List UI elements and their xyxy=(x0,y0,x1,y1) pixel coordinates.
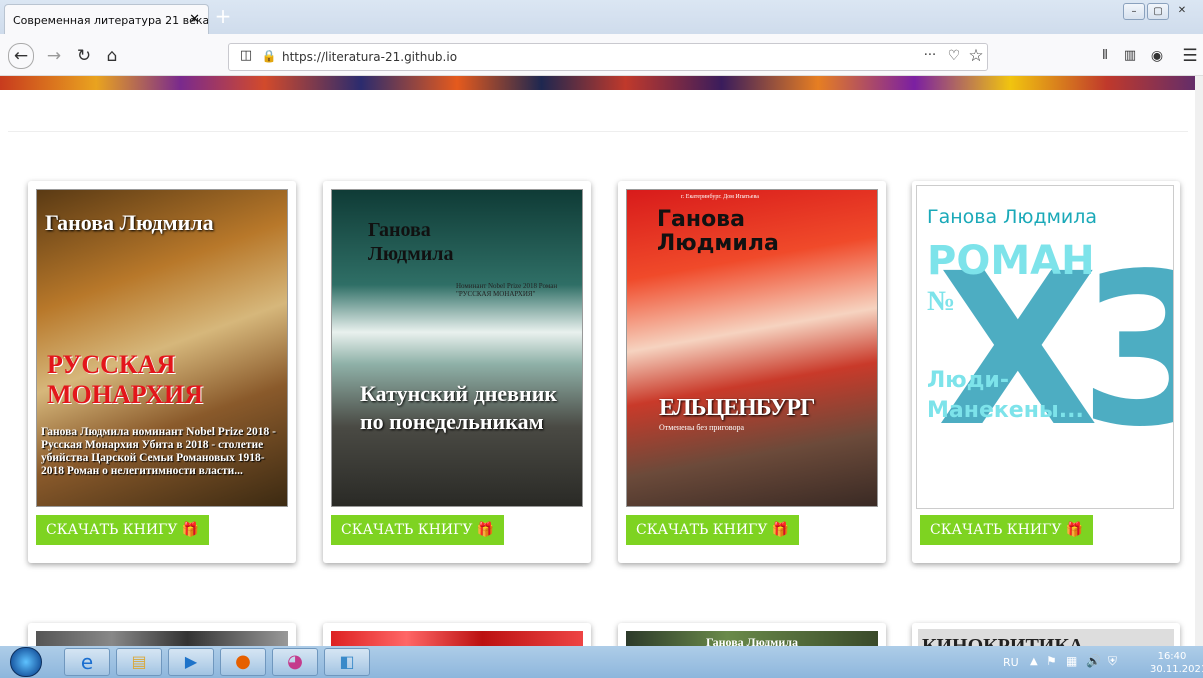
library-icon[interactable]: ⫴ xyxy=(1093,44,1117,68)
sidebar-icon[interactable]: ▥ xyxy=(1118,44,1142,68)
cover-author: Ганова Людмила xyxy=(45,210,214,235)
tab-title: Современная литература 21 века xyxy=(13,14,209,27)
book-card: Х3 Ганова Людмила РОМАН № Люди-Манекены.… xyxy=(912,181,1180,563)
firefox-icon[interactable]: ● xyxy=(220,648,266,676)
reload-icon[interactable]: ↻ xyxy=(72,44,96,68)
lock-icon[interactable]: 🔒 xyxy=(257,44,281,68)
header-banner xyxy=(0,76,1203,90)
ie-icon[interactable]: e xyxy=(64,648,110,676)
forward-icon[interactable]: → xyxy=(42,44,66,68)
book-cover[interactable]: г. Екатеринбург. Дом Ипатьева Ганова Люд… xyxy=(626,189,878,507)
close-window-button[interactable]: ✕ xyxy=(1171,3,1193,20)
back-icon[interactable]: ← xyxy=(8,43,34,69)
menu-icon[interactable]: ☰ xyxy=(1178,44,1202,68)
cover-author: Ганова Людмила xyxy=(368,219,454,265)
start-button[interactable] xyxy=(10,647,42,677)
cover-subtitle: Люди-Манекены... xyxy=(927,368,1084,423)
minimize-button[interactable]: – xyxy=(1123,3,1145,20)
download-button[interactable]: СКАЧАТЬ КНИГУ 🎁 xyxy=(920,515,1094,545)
new-tab-button[interactable]: + xyxy=(212,6,234,28)
book-card: Ганова Людмила Номинант Nobel Prize 2018… xyxy=(323,181,591,563)
scrollbar[interactable] xyxy=(1195,76,1203,646)
tray-arrow-icon[interactable]: ▲ xyxy=(1030,656,1038,667)
download-label: СКАЧАТЬ КНИГУ xyxy=(46,522,178,538)
gift-icon: 🎁 xyxy=(476,522,495,538)
page-actions-icon[interactable]: ··· xyxy=(918,44,942,68)
flag-icon[interactable]: ⚑ xyxy=(1046,654,1057,668)
close-tab-icon[interactable]: ✕ xyxy=(189,12,200,27)
window-icon[interactable]: ◧ xyxy=(324,648,370,676)
app-icon[interactable]: ◕ xyxy=(272,648,318,676)
cover-blurb: Ганова Людмила номинант Nobel Prize 2018… xyxy=(41,426,276,477)
cover-title: РОМАН xyxy=(927,238,1095,284)
cover-author: Ганова Людмила xyxy=(927,206,1098,228)
cover-subtitle: Номинант Nobel Prize 2018 Роман "РУССКАЯ… xyxy=(456,282,558,298)
download-label: СКАЧАТЬ КНИГУ xyxy=(341,522,473,538)
download-label: СКАЧАТЬ КНИГУ xyxy=(930,522,1062,538)
cover-number: № xyxy=(927,286,956,317)
cover-subtitle: Отменены без приговора xyxy=(659,423,745,432)
download-button[interactable]: СКАЧАТЬ КНИГУ 🎁 xyxy=(331,515,505,545)
clock-time: 16:40 xyxy=(1157,651,1187,662)
maximize-button[interactable]: ▢ xyxy=(1147,3,1169,20)
book-cover[interactable]: Х3 Ганова Людмила РОМАН № Люди-Манекены.… xyxy=(916,185,1174,509)
explorer-icon[interactable]: ▤ xyxy=(116,648,162,676)
download-button[interactable]: СКАЧАТЬ КНИГУ 🎁 xyxy=(626,515,800,545)
volume-icon[interactable]: 🔊 xyxy=(1086,654,1101,668)
account-icon[interactable]: ◉ xyxy=(1145,44,1169,68)
bookmark-star-icon[interactable]: ☆ xyxy=(964,44,988,68)
security-icon[interactable]: ⛨ xyxy=(1108,654,1117,669)
cover-title: Катунский дневник по понедельникам xyxy=(360,381,558,434)
browser-tab[interactable]: Современная литература 21 века ✕ xyxy=(4,4,209,34)
download-button[interactable]: СКАЧАТЬ КНИГУ 🎁 xyxy=(36,515,210,545)
book-cover[interactable]: Ганова Людмила Номинант Nobel Prize 2018… xyxy=(331,189,583,507)
gift-icon: 🎁 xyxy=(771,522,790,538)
cover-title: РУССКАЯ МОНАРХИЯ xyxy=(47,350,204,409)
url-text[interactable]: https://literatura-21.github.io xyxy=(282,50,457,64)
pocket-icon[interactable]: ♡ xyxy=(942,44,966,68)
book-cover[interactable]: Ганова Людмила РУССКАЯ МОНАРХИЯ Ганова Л… xyxy=(36,189,288,507)
clock[interactable]: 16:40 30.11.2021 xyxy=(1150,650,1203,676)
language-indicator[interactable]: RU xyxy=(1003,656,1019,669)
home-icon[interactable]: ⌂ xyxy=(100,44,124,68)
divider xyxy=(8,131,1188,132)
book-card: г. Екатеринбург. Дом Ипатьева Ганова Люд… xyxy=(618,181,886,563)
download-label: СКАЧАТЬ КНИГУ xyxy=(636,522,768,538)
shield-icon[interactable]: ◫ xyxy=(234,44,258,68)
book-card: Ганова Людмила РУССКАЯ МОНАРХИЯ Ганова Л… xyxy=(28,181,296,563)
gift-icon: 🎁 xyxy=(1065,522,1084,538)
media-player-icon[interactable]: ▶ xyxy=(168,648,214,676)
cover-author: Ганова Людмила xyxy=(657,207,779,256)
cover-caption: г. Екатеринбург. Дом Ипатьева xyxy=(681,194,759,200)
network-icon[interactable]: ▦ xyxy=(1066,654,1077,668)
clock-date: 30.11.2021 xyxy=(1150,664,1203,675)
gift-icon: 🎁 xyxy=(181,522,200,538)
cover-title: ЕЛЬЦЕНБУРГ xyxy=(659,395,815,421)
